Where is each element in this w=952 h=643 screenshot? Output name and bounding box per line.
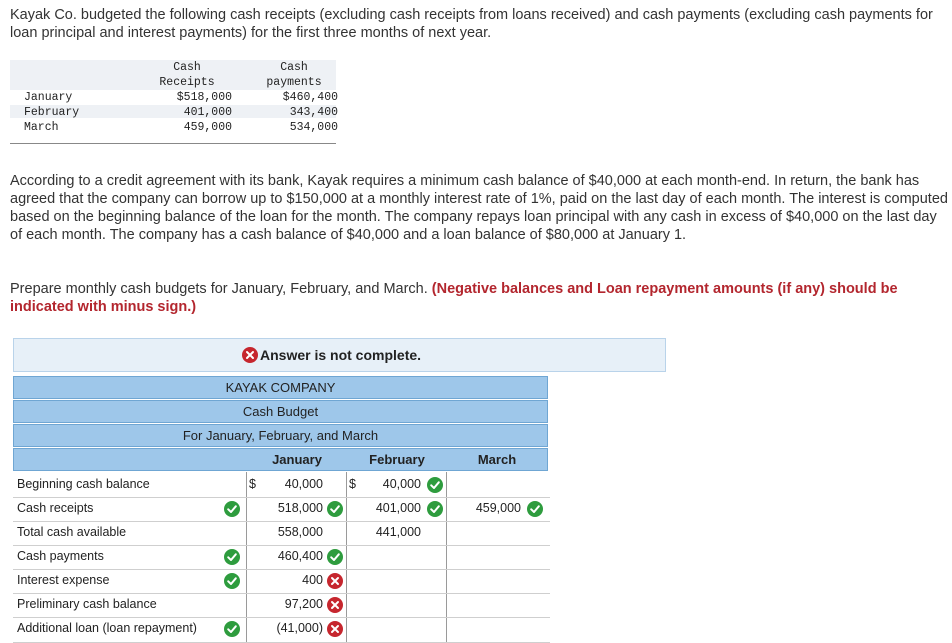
data-table: Cash Receipts Cash payments January $518…	[10, 60, 338, 145]
table-row: Interest expense 400	[13, 569, 550, 594]
dollar-sign: $	[349, 477, 356, 491]
check-icon	[327, 501, 343, 517]
table-row: Preliminary cash balance 97,200	[13, 593, 550, 618]
receipts-header-line1: Cash	[173, 61, 201, 74]
problem-agreement: According to a credit agreement with its…	[10, 173, 948, 243]
receipts-value: 459,000	[183, 121, 232, 134]
jan-cash-receipts-value[interactable]: 518,000	[263, 501, 323, 515]
jan-cash-payments-value[interactable]: 460,400	[263, 549, 323, 563]
problem-instruction: Prepare monthly cash budgets for January…	[10, 280, 948, 316]
row-label: Beginning cash balance	[17, 477, 150, 491]
check-icon	[327, 549, 343, 565]
row-label: Interest expense	[17, 573, 110, 587]
row-label: Additional loan (loan repayment)	[17, 621, 197, 635]
col-march: March	[477, 452, 517, 467]
table-row: Additional loan (loan repayment) (41,000…	[13, 617, 550, 643]
col-january: January	[272, 452, 322, 467]
jan-preliminary-balance-value: 97,200	[284, 597, 323, 611]
check-icon	[427, 501, 443, 517]
check-icon	[224, 573, 240, 589]
cross-icon	[327, 597, 343, 613]
month-label: January	[24, 91, 73, 104]
instruction-text: Prepare monthly cash budgets for January…	[10, 281, 428, 297]
receipts-header-line2: Receipts	[159, 76, 215, 89]
receipts-value: 401,000	[183, 106, 232, 119]
feb-beginning-cash-value[interactable]: 40,000	[363, 477, 421, 491]
cash-budget-table: KAYAK COMPANY Cash Budget For January, F…	[13, 376, 550, 643]
cross-icon	[327, 573, 343, 589]
table-row: Cash receipts 518,000 401,000 459,000	[13, 497, 550, 522]
payments-value: 343,400	[289, 106, 338, 119]
payments-value: $460,400	[282, 91, 338, 104]
col-february: February	[369, 452, 425, 467]
feb-total-cash-value: 441,000	[375, 525, 421, 539]
row-label: Total cash available	[17, 525, 127, 539]
column-header-row: January February March	[13, 448, 548, 471]
row-label: Cash payments	[17, 549, 104, 563]
feb-cash-receipts-value[interactable]: 401,000	[363, 501, 421, 515]
mar-cash-receipts-value[interactable]: 459,000	[461, 501, 521, 515]
jan-interest-expense-value[interactable]: 400	[263, 573, 323, 587]
incomplete-x-icon	[242, 347, 258, 363]
payments-header-line1: Cash	[280, 61, 308, 74]
row-label: Cash receipts	[17, 501, 94, 515]
table-row: Beginning cash balance $ 40,000 $ 40,000	[13, 473, 550, 498]
check-icon	[224, 549, 240, 565]
row-label: Preliminary cash balance	[17, 597, 157, 611]
payments-value: 534,000	[289, 121, 338, 134]
answer-status-banner: Answer is not complete.	[13, 338, 666, 372]
answer-status-text: Answer is not complete.	[260, 347, 422, 363]
month-label: February	[24, 106, 80, 119]
budget-title: Cash Budget	[13, 400, 548, 423]
budget-period: For January, February, and March	[13, 424, 548, 447]
receipts-value: $518,000	[176, 91, 232, 104]
check-icon	[527, 501, 543, 517]
jan-additional-loan-value[interactable]: (41,000)	[263, 621, 323, 635]
month-label: March	[24, 121, 59, 134]
check-icon	[224, 501, 240, 517]
company-name: KAYAK COMPANY	[13, 376, 548, 399]
check-icon	[224, 621, 240, 637]
jan-total-cash-value: 558,000	[277, 525, 323, 539]
payments-header-line2: payments	[266, 76, 322, 89]
problem-intro: Kayak Co. budgeted the following cash re…	[10, 7, 933, 41]
table-row: Total cash available 558,000 441,000	[13, 521, 550, 546]
check-icon	[427, 477, 443, 493]
cross-icon	[327, 621, 343, 637]
dollar-sign: $	[249, 477, 256, 491]
table-row: Cash payments 460,400	[13, 545, 550, 570]
jan-beginning-cash-value[interactable]: 40,000	[263, 477, 323, 491]
